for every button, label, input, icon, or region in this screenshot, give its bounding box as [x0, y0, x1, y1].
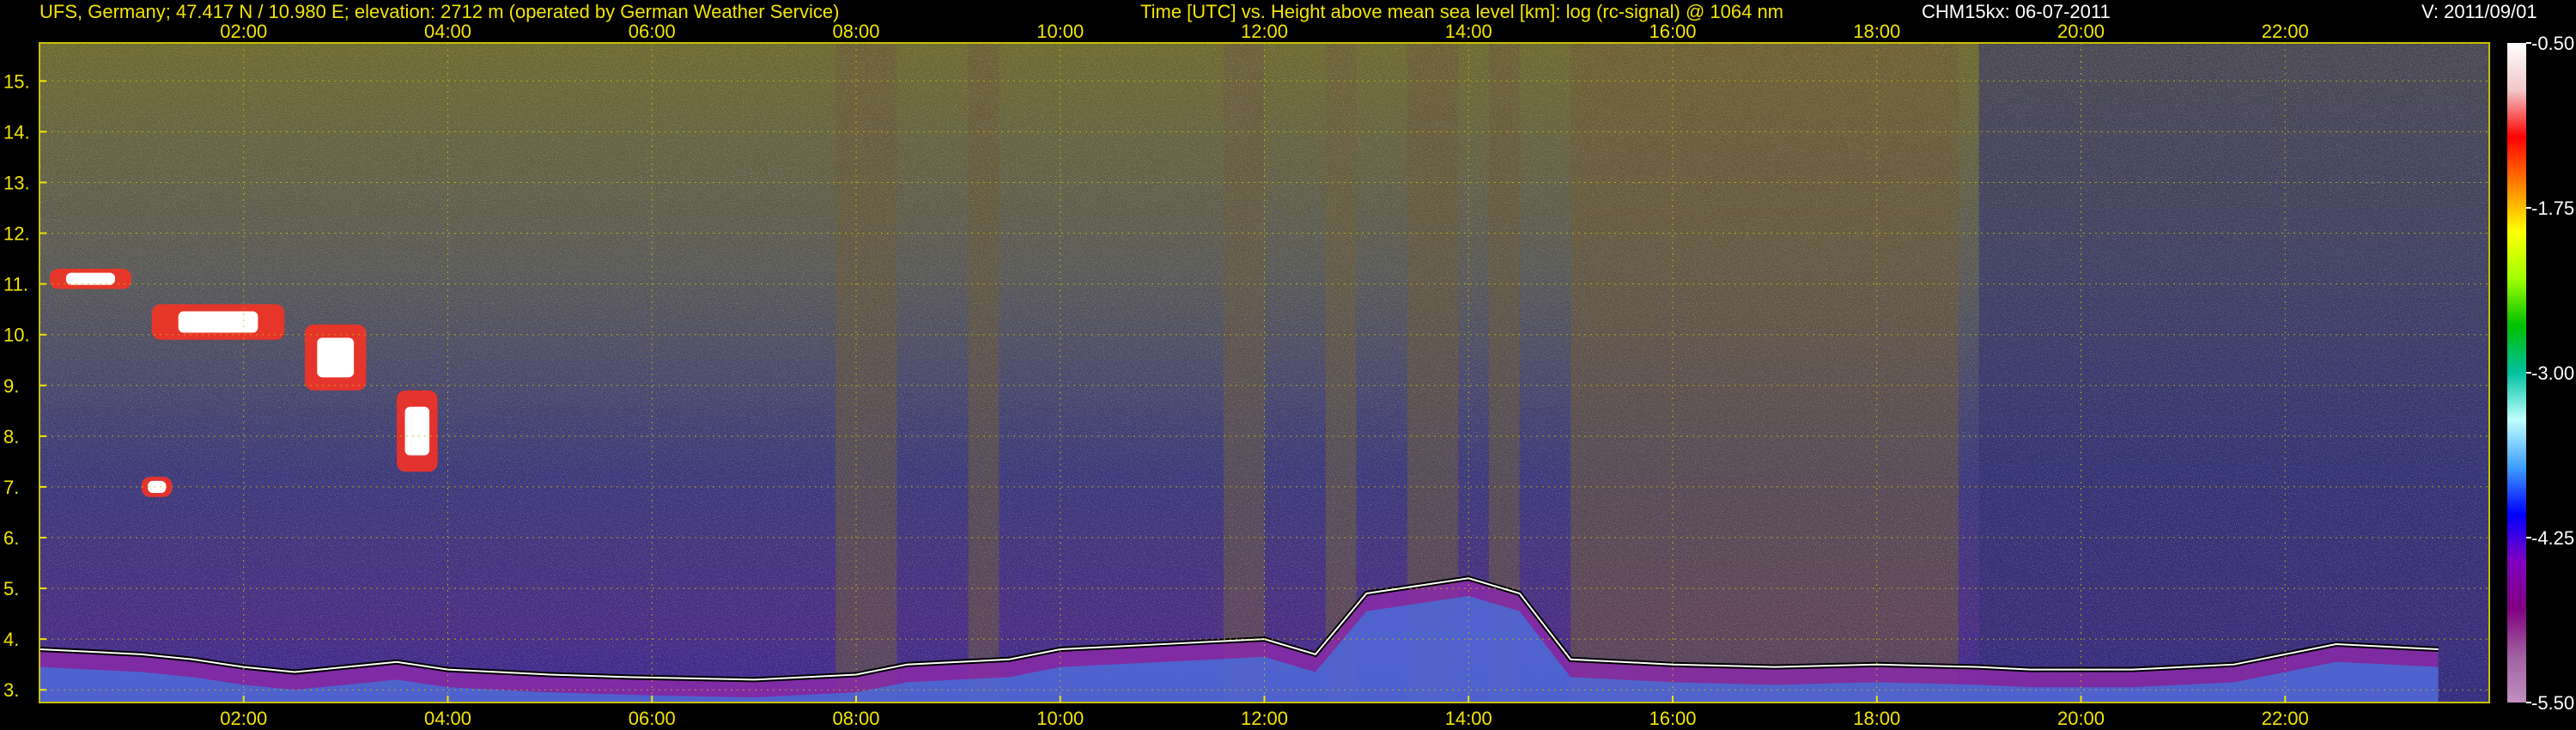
x-tick-label-bottom: 08:00 [832, 708, 879, 729]
y-tick-label: 5. [3, 578, 19, 599]
cloud-patch-core [178, 311, 258, 333]
x-tick-label-top: 08:00 [832, 21, 879, 42]
x-tick-label-top: 10:00 [1036, 21, 1084, 42]
cloud-patch-core [65, 272, 115, 285]
x-tick-label-top: 22:00 [2262, 21, 2309, 42]
y-tick-label: 6. [3, 527, 19, 549]
cloud-patch-core [317, 338, 355, 378]
x-tick-label-bottom: 16:00 [1649, 708, 1696, 729]
x-tick-label-bottom: 22:00 [2262, 708, 2309, 729]
y-tick-label: 13. [3, 172, 30, 193]
x-tick-label-top: 16:00 [1649, 21, 1696, 42]
y-tick-label: 8. [3, 426, 19, 447]
colorbar-tick-label: -4.25 [2531, 527, 2574, 549]
x-tick-label-bottom: 10:00 [1036, 708, 1084, 729]
y-tick-label: 9. [3, 375, 19, 397]
x-tick-label-bottom: 12:00 [1241, 708, 1288, 729]
x-tick-label-top: 12:00 [1241, 21, 1288, 42]
y-tick-label: 7. [3, 477, 19, 498]
x-tick-label-top: 04:00 [424, 21, 471, 42]
x-tick-label-bottom: 18:00 [1853, 708, 1900, 729]
x-axis-top: 02:00 04:00 06:00 08:00 10:00 12:00 14:00 16:00… [220, 21, 2309, 42]
x-tick-label-bottom: 20:00 [2057, 708, 2105, 729]
x-tick-label-top: 06:00 [629, 21, 676, 42]
x-tick-label-top: 14:00 [1445, 21, 1492, 42]
x-tick-label-top: 02:00 [220, 21, 267, 42]
y-tick-label: 11. [3, 274, 28, 295]
colorbar: -0.50 -1.75 -3.00 -4.25 -5.50 [2507, 33, 2574, 714]
y-tick-label: 14. [3, 121, 30, 143]
colorbar-tick-label: -1.75 [2531, 198, 2574, 219]
x-tick-label-bottom: 14:00 [1445, 708, 1492, 729]
y-tick-label: 10. [3, 325, 30, 346]
cloud-patch-core [148, 480, 167, 494]
x-tick-label-bottom: 06:00 [629, 708, 676, 729]
colorbar-bar [2507, 43, 2526, 703]
x-tick-label-bottom: 02:00 [220, 708, 267, 729]
x-tick-label-top: 18:00 [1853, 21, 1900, 42]
colorbar-tick-label: -5.50 [2531, 692, 2574, 714]
x-tick-label-bottom: 04:00 [424, 708, 471, 729]
colorbar-tick-label: -3.00 [2531, 362, 2574, 384]
colorbar-tick-label: -0.50 [2531, 33, 2574, 54]
y-tick-label: 15. [3, 70, 30, 92]
y-tick-label: 4. [3, 629, 19, 650]
lidar-backscatter-chart: 02:00 04:00 06:00 08:00 10:00 12:00 14:00 16:00… [3, 21, 2574, 729]
x-tick-label-top: 20:00 [2057, 21, 2105, 42]
cloud-patch-core [404, 406, 430, 456]
y-tick-label: 3. [3, 679, 19, 701]
y-tick-label: 12. [3, 223, 30, 245]
